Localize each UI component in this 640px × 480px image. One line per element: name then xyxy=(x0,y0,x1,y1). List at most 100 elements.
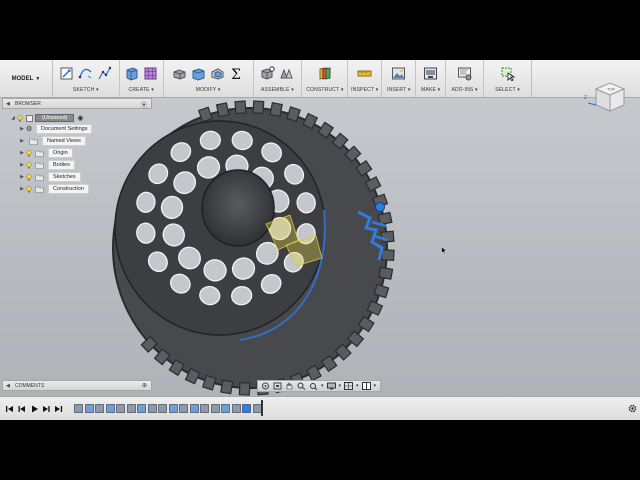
inspect-group[interactable]: INSPECT ▾ xyxy=(348,60,383,97)
select-group[interactable]: SELECT ▾ xyxy=(484,60,532,97)
tree-item-document-settings[interactable]: ▶ ⚙ Document Settings xyxy=(18,124,93,134)
create-sketch-icon[interactable] xyxy=(59,66,74,81)
orbit-icon[interactable] xyxy=(261,382,270,390)
extrude-icon[interactable] xyxy=(124,66,139,81)
timeline-feature-icon[interactable] xyxy=(126,404,136,413)
timeline-feature-icon[interactable] xyxy=(189,404,199,413)
expand-arrow-icon[interactable]: ▶ xyxy=(18,174,26,180)
tree-item-construction[interactable]: ▶ Construction xyxy=(18,184,89,194)
go-to-end-icon[interactable] xyxy=(54,405,63,413)
tree-item-label: Named Views xyxy=(42,136,86,146)
browser-root[interactable]: ◢ (Unsaved) ◉ xyxy=(9,113,83,123)
timeline-feature-icon[interactable] xyxy=(116,404,125,413)
visibility-bulb-icon[interactable] xyxy=(26,173,32,181)
timeline-feature-icon[interactable] xyxy=(221,404,230,413)
timeline-marker[interactable] xyxy=(261,400,263,416)
expand-arrow-icon[interactable]: ◢ xyxy=(9,115,17,121)
shell-icon[interactable] xyxy=(210,66,225,81)
visibility-bulb-icon[interactable] xyxy=(26,185,32,193)
timeline-feature-icon[interactable] xyxy=(105,404,115,413)
assemble-group[interactable]: ASSEMBLE ▾ xyxy=(254,60,303,97)
timeline-feature-icon[interactable] xyxy=(95,404,104,413)
display-settings-icon[interactable] xyxy=(326,382,336,390)
sketch-group[interactable]: SKETCH ▾ xyxy=(53,60,120,97)
create-form-icon[interactable] xyxy=(143,66,158,81)
comments-panel[interactable]: ◀ COMMENTS ⊕ xyxy=(2,380,152,391)
activate-radio-icon[interactable]: ◉ xyxy=(77,114,83,122)
viewports-icon[interactable] xyxy=(361,382,371,390)
timeline-feature-icon[interactable] xyxy=(168,404,178,413)
tree-item-origin[interactable]: ▶ Origin xyxy=(18,148,73,158)
tree-item-sketches[interactable]: ▶ Sketches xyxy=(18,172,81,182)
timeline-feature-icon[interactable] xyxy=(242,404,251,413)
measure-icon[interactable] xyxy=(357,66,372,81)
folder-icon xyxy=(35,150,44,157)
timeline-feature-icon[interactable] xyxy=(200,404,209,413)
modify-group[interactable]: Σ MODIFY ▾ xyxy=(164,60,254,97)
timeline xyxy=(0,396,640,420)
gear-icon[interactable] xyxy=(628,404,637,413)
add-ins-group[interactable]: ADD-INS ▾ xyxy=(446,60,485,97)
tread-block xyxy=(215,102,230,118)
3d-print-icon[interactable] xyxy=(423,66,438,81)
joint-icon[interactable] xyxy=(279,66,294,81)
grid-settings-icon[interactable] xyxy=(344,382,354,390)
press-pull-icon[interactable] xyxy=(172,66,187,81)
zoom-icon[interactable] xyxy=(297,382,306,390)
collapse-icon[interactable]: ◀ xyxy=(6,383,10,389)
tree-item-named-views[interactable]: ▶ Named Views xyxy=(18,136,86,146)
play-icon[interactable] xyxy=(30,405,39,413)
expand-arrow-icon[interactable]: ▶ xyxy=(18,138,26,144)
create-label: CREATE ▾ xyxy=(128,87,154,93)
make-group[interactable]: MAKE ▾ xyxy=(416,60,447,97)
fit-icon[interactable] xyxy=(309,382,318,390)
document-name[interactable]: (Unsaved) xyxy=(35,114,75,122)
pan-hand-icon[interactable] xyxy=(285,382,294,390)
fillet-icon[interactable] xyxy=(191,66,206,81)
add-comment-icon[interactable]: ⊕ xyxy=(142,382,147,389)
insert-image-icon[interactable] xyxy=(391,66,406,81)
tree-item-bodies[interactable]: ▶ Bodies xyxy=(18,160,75,170)
construct-label: CONSTRUCT ▾ xyxy=(306,87,344,93)
wheel-model[interactable] xyxy=(100,100,420,410)
expand-arrow-icon[interactable]: ▶ xyxy=(18,150,26,156)
tree-item-label: Document Settings xyxy=(36,124,93,134)
line-icon[interactable] xyxy=(78,66,93,81)
create-group[interactable]: CREATE ▾ xyxy=(120,60,164,97)
go-to-start-icon[interactable] xyxy=(5,405,14,413)
spline-icon[interactable] xyxy=(97,66,112,81)
chevron-down-icon[interactable]: ▾ xyxy=(321,383,324,389)
visibility-bulb-icon[interactable] xyxy=(17,114,23,122)
chevron-down-icon[interactable]: ▾ xyxy=(374,383,377,389)
construct-group[interactable]: CONSTRUCT ▾ xyxy=(302,60,349,97)
workspace-switcher[interactable]: MODEL ▼ xyxy=(0,60,53,97)
viewcube[interactable]: TOP Z xyxy=(582,75,632,117)
timeline-feature-icon[interactable] xyxy=(158,404,167,413)
expand-arrow-icon[interactable]: ▶ xyxy=(18,162,26,168)
step-back-icon[interactable] xyxy=(17,405,26,413)
scripts-addins-icon[interactable] xyxy=(457,66,472,81)
look-at-icon[interactable] xyxy=(273,382,282,390)
parameters-icon[interactable]: Σ xyxy=(229,66,244,81)
visibility-bulb-icon[interactable] xyxy=(26,161,32,169)
expand-arrow-icon[interactable]: ▶ xyxy=(18,126,26,132)
expand-arrow-icon[interactable]: ▶ xyxy=(18,186,26,192)
timeline-feature-icon[interactable] xyxy=(84,404,94,413)
timeline-feature-icon[interactable] xyxy=(74,404,83,413)
timeline-feature-icon[interactable] xyxy=(147,404,157,413)
visibility-bulb-icon[interactable] xyxy=(26,149,32,157)
timeline-feature-icon[interactable] xyxy=(210,404,220,413)
timeline-feature-icon[interactable] xyxy=(179,404,188,413)
collapse-icon[interactable]: ◀ xyxy=(6,101,10,107)
offset-plane-icon[interactable] xyxy=(317,66,332,81)
new-component-icon[interactable] xyxy=(260,66,276,81)
folder-icon xyxy=(29,138,38,145)
step-forward-icon[interactable] xyxy=(42,405,51,413)
timeline-feature-icon[interactable] xyxy=(231,404,241,413)
insert-group[interactable]: INSERT ▾ xyxy=(382,60,417,97)
chevron-down-icon[interactable]: ▾ xyxy=(339,383,342,389)
select-icon[interactable] xyxy=(500,66,516,81)
chevron-down-icon[interactable]: ▾ xyxy=(356,383,359,389)
navigation-bar: ▾ ▾ ▾ ▾ xyxy=(257,380,381,392)
timeline-feature-icon[interactable] xyxy=(137,404,146,413)
